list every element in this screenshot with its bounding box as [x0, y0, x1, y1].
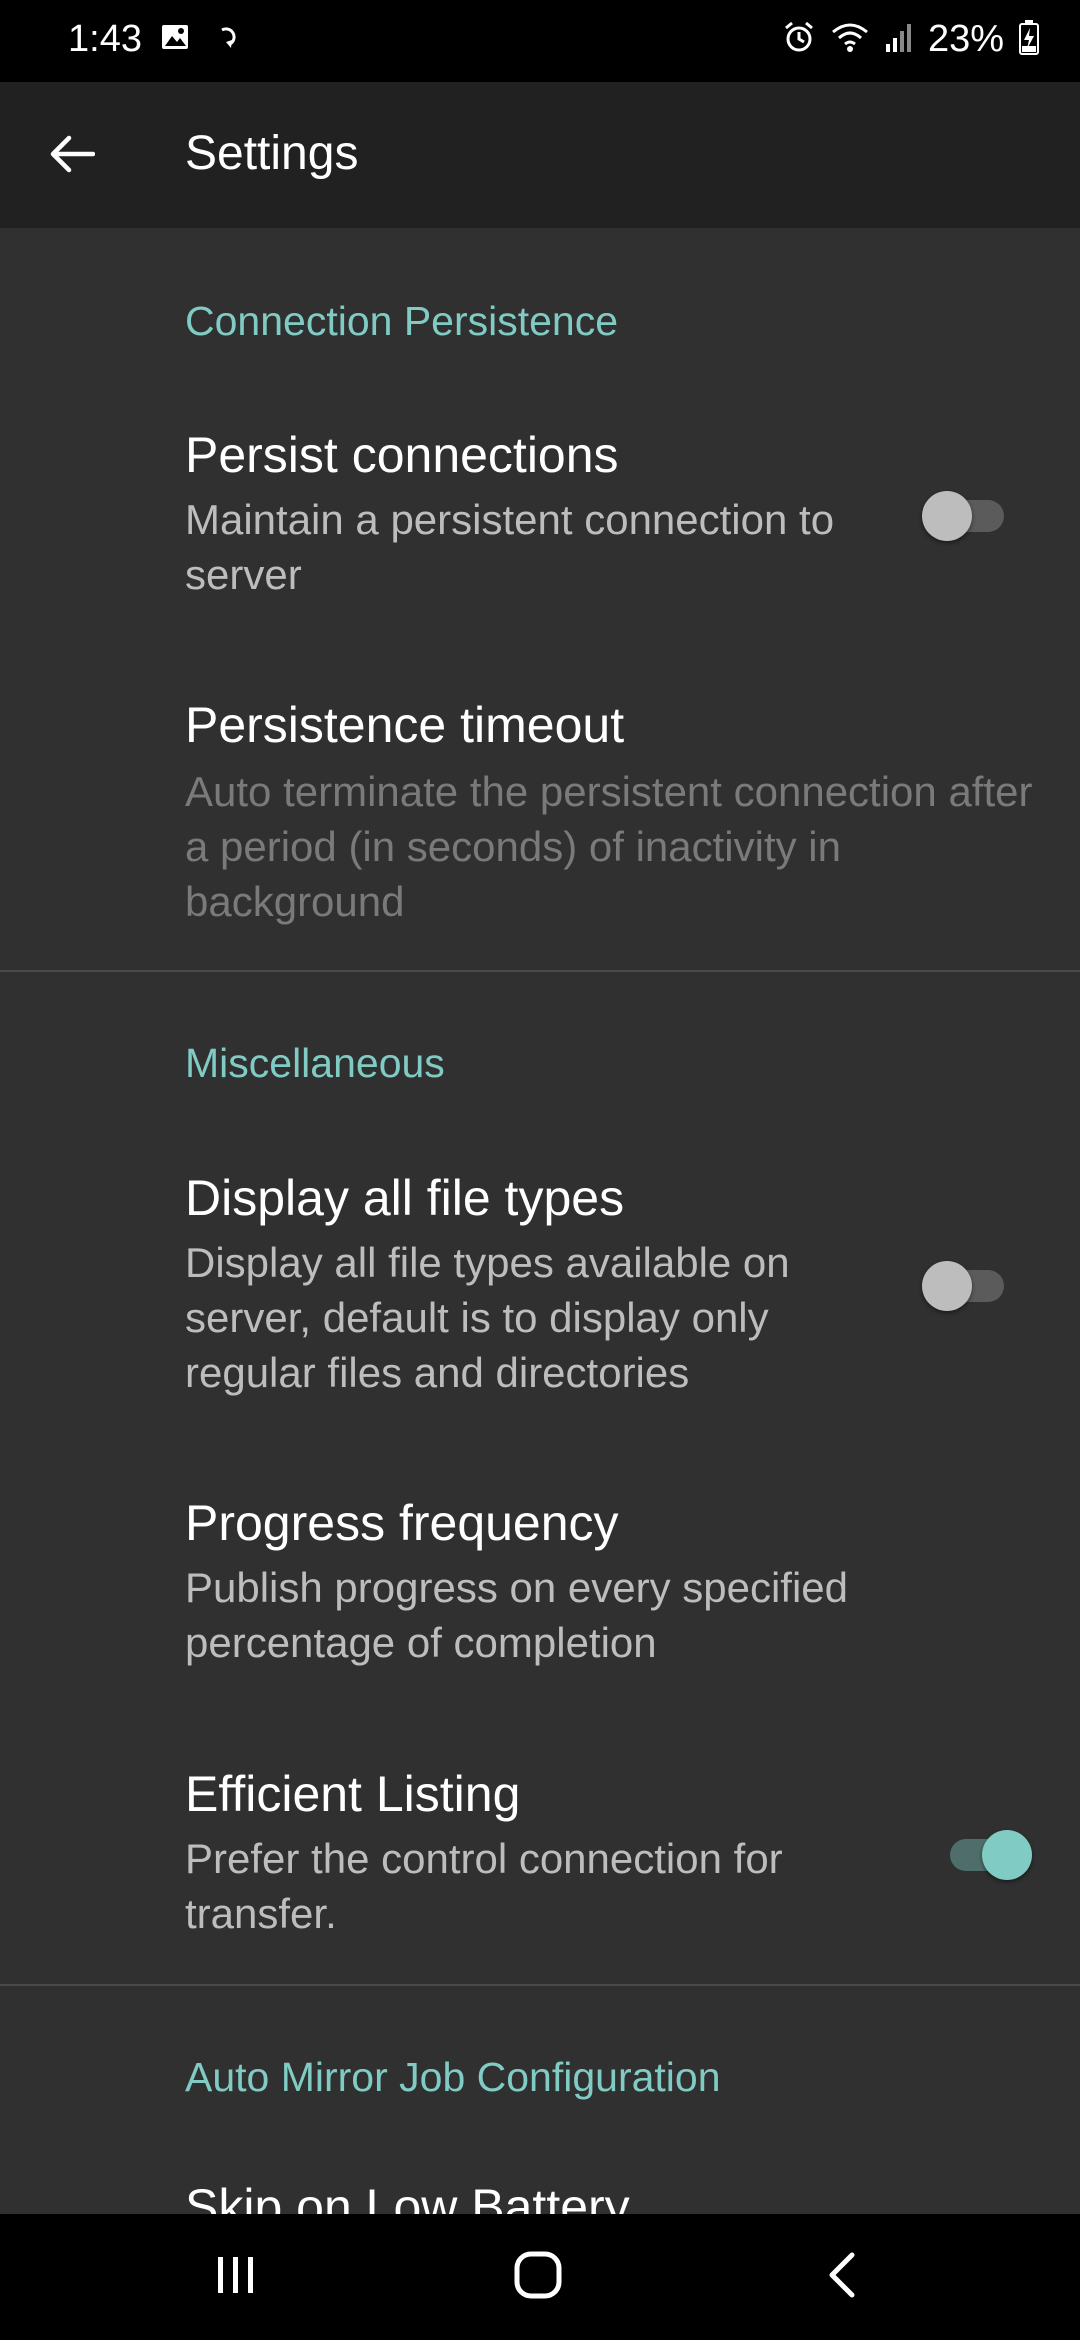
pref-title: Persistence timeout	[185, 697, 625, 753]
system-nav-bar	[0, 2214, 1080, 2340]
section-divider	[0, 970, 1080, 972]
nav-back-button[interactable]	[792, 2244, 892, 2310]
battery-percent: 23%	[927, 18, 1004, 60]
persist-connections-switch[interactable]	[922, 482, 1012, 541]
pref-summary: Publish progress on every specified perc…	[185, 1564, 849, 1666]
battery-charging-icon	[1018, 19, 1040, 60]
settings-list[interactable]: Connection Persistence Persist connectio…	[0, 228, 1080, 2214]
section-divider	[0, 1984, 1080, 1986]
pref-title: Progress frequency	[185, 1495, 619, 1551]
pref-summary: Prefer the control connection for transf…	[185, 1835, 783, 1937]
recent-apps-icon	[214, 2253, 258, 2302]
switch-thumb	[922, 1261, 972, 1311]
pref-summary: Display all file types available on serv…	[185, 1239, 790, 1396]
status-notification-icons	[160, 22, 236, 57]
sync-icon	[216, 22, 236, 57]
section-header-miscellaneous: Miscellaneous	[185, 1040, 445, 1086]
pref-title: Persist connections	[185, 427, 619, 483]
back-icon	[824, 2249, 860, 2306]
pref-title: Skip on Low Battery	[185, 2179, 630, 2214]
status-time: 1:43	[68, 18, 142, 60]
pref-title: Display all file types	[185, 1170, 625, 1226]
wifi-icon	[830, 20, 870, 59]
status-system-icons: 23%	[782, 18, 1040, 61]
page-title: Settings	[185, 127, 359, 180]
status-bar: 1:43 23%	[0, 0, 1080, 82]
home-icon	[512, 2249, 564, 2306]
arrow-back-icon	[49, 134, 96, 179]
pref-summary: Auto terminate the persistent connection…	[185, 768, 1033, 925]
section-header-auto-mirror-job-configuration: Auto Mirror Job Configuration	[185, 2054, 721, 2100]
pref-summary: Maintain a persistent connection to serv…	[185, 496, 835, 598]
image-icon	[160, 22, 190, 57]
section-header-connection-persistence: Connection Persistence	[185, 298, 619, 344]
back-button[interactable]	[38, 122, 106, 190]
display-all-file-types-switch[interactable]	[922, 1252, 1012, 1311]
home-button[interactable]	[488, 2244, 588, 2310]
app-bar: Settings	[0, 82, 1080, 228]
switch-thumb	[922, 491, 972, 541]
signal-icon	[884, 20, 914, 59]
efficient-listing-switch[interactable]	[942, 1821, 1032, 1880]
pref-title: Efficient Listing	[185, 1766, 521, 1822]
switch-thumb	[982, 1830, 1032, 1880]
recent-apps-button[interactable]	[186, 2244, 286, 2310]
alarm-icon	[782, 20, 816, 59]
